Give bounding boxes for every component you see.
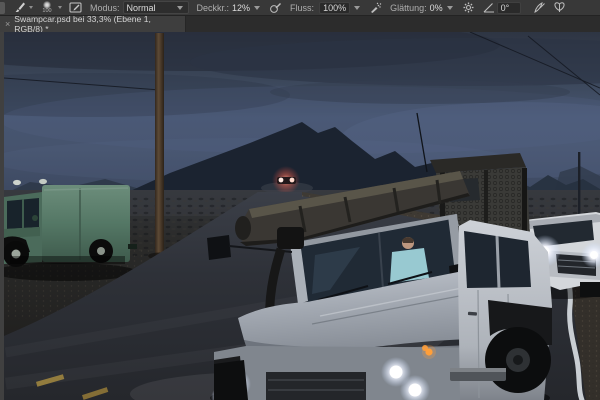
brush-preset-picker[interactable]: 100 — [33, 0, 62, 15]
chevron-down-icon — [176, 6, 183, 10]
brush-tool-button[interactable] — [13, 0, 33, 15]
photo-artwork: L A N D R O V E R — [4, 32, 600, 400]
chevron-down-icon — [254, 6, 261, 10]
tool-preset-picker[interactable] — [0, 0, 7, 15]
brush-icon — [15, 2, 25, 12]
chevron-down-icon — [58, 6, 62, 9]
close-icon[interactable]: × — [5, 19, 10, 29]
chevron-down-icon — [446, 6, 453, 10]
photoshop-window: { "options_bar": { "brush_size": "100", … — [0, 0, 600, 400]
flow-label: Fluss: — [290, 2, 315, 13]
paint-symmetry-butterfly-icon[interactable] — [553, 1, 566, 14]
left-mirror — [207, 235, 231, 260]
smoothing-label: Glättung: — [390, 2, 427, 13]
brush-preview-icon: 100 — [39, 1, 55, 14]
flow-value[interactable]: 100% — [323, 3, 346, 13]
opacity-label: Deckkr.: — [196, 2, 230, 13]
mode-label: Modus: — [90, 2, 120, 13]
smoothing-options-gear-icon[interactable] — [462, 1, 475, 14]
pressure-size-icon[interactable] — [533, 1, 546, 14]
document-tab-title: Swampcar.psd bei 33,3% (Ebene 1, RGB/8) … — [14, 14, 151, 34]
opacity-value[interactable]: 12% — [232, 3, 250, 13]
brush-settings-panel-toggle-icon[interactable] — [69, 1, 82, 14]
tool-preset-icon — [0, 1, 5, 14]
document-canvas[interactable]: L A N D R O V E R — [4, 32, 600, 400]
angle-icon — [483, 3, 494, 13]
angle-value[interactable]: 0° — [501, 3, 510, 13]
blend-mode-dropdown[interactable]: Normal — [122, 1, 189, 14]
pressure-opacity-icon[interactable] — [269, 1, 282, 14]
document-tab-bar: × Swampcar.psd bei 33,3% (Ebene 1, RGB/8… — [0, 14, 600, 34]
smoothing-value[interactable]: 0% — [430, 3, 443, 13]
document-tab[interactable]: × Swampcar.psd bei 33,3% (Ebene 1, RGB/8… — [0, 14, 186, 34]
airbrush-icon[interactable] — [369, 1, 382, 14]
blend-mode-value: Normal — [126, 2, 156, 13]
brush-angle-control[interactable]: 0° — [475, 0, 521, 15]
chevron-down-icon — [354, 6, 361, 10]
